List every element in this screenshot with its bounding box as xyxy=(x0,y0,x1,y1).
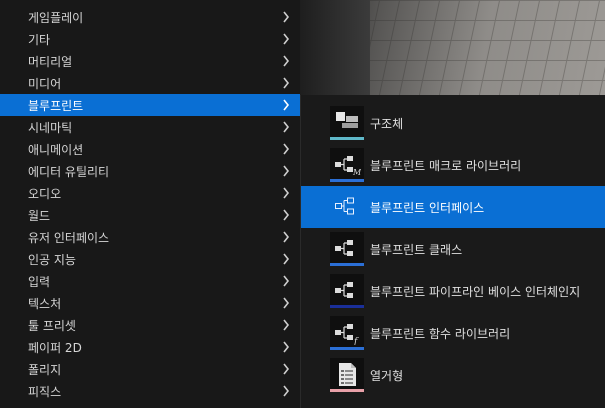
menu-item-audio[interactable]: 오디오 xyxy=(0,182,300,204)
enum-icon xyxy=(330,358,364,392)
chevron-right-icon xyxy=(280,10,292,24)
menu-item-label: 폴리지 xyxy=(28,362,62,377)
chevron-right-icon xyxy=(280,164,292,178)
menu-item-physics[interactable]: 피직스 xyxy=(0,380,300,402)
chevron-right-icon xyxy=(280,384,292,398)
menu-item-paper-2d[interactable]: 페이퍼 2D xyxy=(0,336,300,358)
chevron-right-icon xyxy=(280,98,292,112)
struct-icon xyxy=(330,106,364,140)
function-badge: f xyxy=(353,337,359,345)
menu-item-gameplay[interactable]: 게임플레이 xyxy=(0,6,300,28)
menu-item-label: 시네마틱 xyxy=(28,120,73,135)
menu-item-misc[interactable]: 기타 xyxy=(0,28,300,50)
chevron-right-icon xyxy=(280,142,292,156)
chevron-right-icon xyxy=(280,252,292,266)
submenu-item-label: 블루프린트 인터페이스 xyxy=(370,200,485,215)
submenu-item-struct[interactable]: 구조체 xyxy=(301,102,605,144)
menu-item-label: 인공 지능 xyxy=(28,252,76,267)
blueprint-interface-icon xyxy=(330,190,364,224)
menu-item-media[interactable]: 미디어 xyxy=(0,72,300,94)
chevron-right-icon xyxy=(280,362,292,376)
menu-item-label: 피직스 xyxy=(28,384,62,399)
chevron-right-icon xyxy=(280,76,292,90)
chevron-right-icon xyxy=(280,32,292,46)
submenu-item-label: 블루프린트 파이프라인 베이스 인터체인지 xyxy=(370,284,581,299)
submenu-item-label: 블루프린트 매크로 라이브러리 xyxy=(370,158,522,173)
menu-item-cinematic[interactable]: 시네마틱 xyxy=(0,116,300,138)
menu-item-label: 에디터 유틸리티 xyxy=(28,164,110,179)
menu-item-label: 입력 xyxy=(28,274,51,289)
menu-item-editor-utility[interactable]: 에디터 유틸리티 xyxy=(0,160,300,182)
blueprint-submenu: 구조체 M 블루프린트 매크로 라이브러리 블루프린트 인터페이스 블루프린트 … xyxy=(300,95,605,408)
menu-item-input[interactable]: 입력 xyxy=(0,270,300,292)
menu-item-label: 애니메이션 xyxy=(28,142,84,157)
chevron-right-icon xyxy=(280,208,292,222)
chevron-right-icon xyxy=(280,186,292,200)
menu-item-foliage[interactable]: 폴리지 xyxy=(0,358,300,380)
menu-item-user-interface[interactable]: 유저 인터페이스 xyxy=(0,226,300,248)
blueprint-function-library-icon: f xyxy=(330,316,364,350)
menu-item-animation[interactable]: 애니메이션 xyxy=(0,138,300,160)
menu-item-label: 게임플레이 xyxy=(28,10,84,25)
menu-item-label: 기타 xyxy=(28,32,51,47)
menu-item-material[interactable]: 머티리얼 xyxy=(0,50,300,72)
submenu-item-enum[interactable]: 열거형 xyxy=(301,354,605,396)
submenu-item-label: 블루프린트 함수 라이브러리 xyxy=(370,326,511,341)
submenu-item-blueprint-pipeline[interactable]: 블루프린트 파이프라인 베이스 인터체인지 xyxy=(301,270,605,312)
menu-item-blueprint[interactable]: 블루프린트 xyxy=(0,94,300,116)
submenu-item-blueprint-macro-library[interactable]: M 블루프린트 매크로 라이브러리 xyxy=(301,144,605,186)
submenu-item-label: 블루프린트 클래스 xyxy=(370,242,463,257)
submenu-item-blueprint-interface[interactable]: 블루프린트 인터페이스 xyxy=(301,186,605,228)
menu-item-label: 텍스처 xyxy=(28,296,62,311)
blueprint-pipeline-icon xyxy=(330,274,364,308)
menu-item-label: 미디어 xyxy=(28,76,62,91)
submenu-item-blueprint-class[interactable]: 블루프린트 클래스 xyxy=(301,228,605,270)
submenu-item-blueprint-function-library[interactable]: f 블루프린트 함수 라이브러리 xyxy=(301,312,605,354)
menu-item-label: 오디오 xyxy=(28,186,62,201)
menu-item-label: 툴 프리셋 xyxy=(28,318,76,333)
chevron-right-icon xyxy=(280,120,292,134)
menu-item-label: 머티리얼 xyxy=(28,54,73,69)
menu-item-tool-presets[interactable]: 툴 프리셋 xyxy=(0,314,300,336)
chevron-right-icon xyxy=(280,340,292,354)
blueprint-macro-library-icon: M xyxy=(330,148,364,182)
chevron-right-icon xyxy=(280,274,292,288)
menu-item-world[interactable]: 월드 xyxy=(0,204,300,226)
menu-item-ai[interactable]: 인공 지능 xyxy=(0,248,300,270)
macro-badge: M xyxy=(352,168,361,177)
menu-item-label: 월드 xyxy=(28,208,51,223)
chevron-right-icon xyxy=(280,54,292,68)
menu-item-label: 블루프린트 xyxy=(28,98,84,113)
menu-item-label: 유저 인터페이스 xyxy=(28,230,110,245)
category-menu: 게임플레이 기타 머티리얼 미디어 블루프린트 시네마틱 애니메이션 에디터 유… xyxy=(0,0,300,408)
submenu-item-label: 구조체 xyxy=(370,116,404,131)
menu-item-texture[interactable]: 텍스처 xyxy=(0,292,300,314)
chevron-right-icon xyxy=(280,230,292,244)
chevron-right-icon xyxy=(280,318,292,332)
viewport-background xyxy=(300,0,605,95)
blueprint-class-icon xyxy=(330,232,364,266)
submenu-item-label: 열거형 xyxy=(370,368,404,383)
menu-item-label: 페이퍼 2D xyxy=(28,340,82,355)
chevron-right-icon xyxy=(280,296,292,310)
